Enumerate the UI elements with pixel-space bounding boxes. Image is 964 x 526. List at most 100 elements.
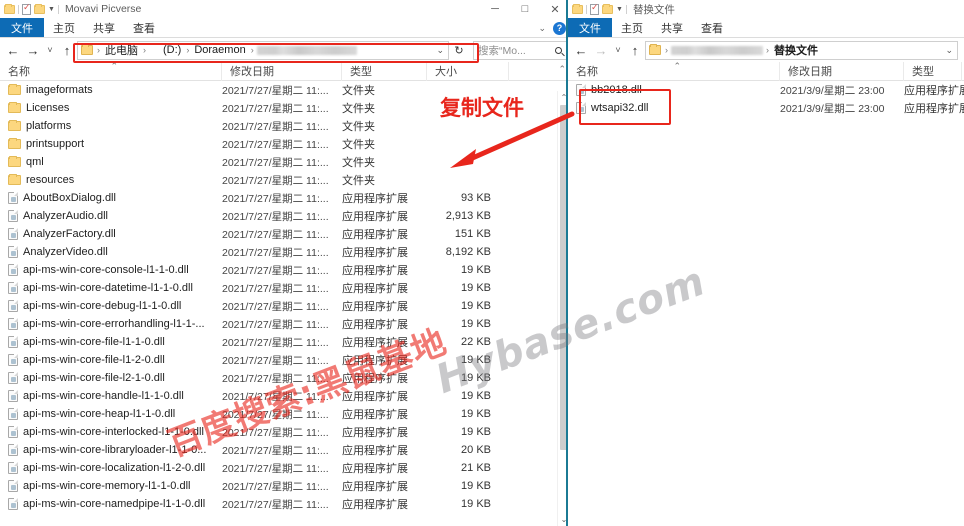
file-name-cell[interactable]: api-ms-win-core-handle-l1-1-0.dll (0, 390, 222, 402)
file-name-cell[interactable]: bb2018.dll (568, 84, 780, 96)
file-name-cell[interactable]: resources (0, 174, 222, 186)
breadcrumb-item-3-redacted[interactable] (256, 45, 357, 55)
table-row[interactable]: bb2018.dll 2021/3/9/星期二 23:00 应用程序扩展 (568, 81, 964, 99)
file-name-cell[interactable]: printsupport (0, 138, 222, 150)
breadcrumb-item-0-redacted[interactable] (671, 45, 763, 55)
refresh-button[interactable]: ↻ (449, 39, 469, 61)
table-row[interactable]: api-ms-win-core-errorhandling-l1-1-... 20… (0, 315, 570, 333)
file-name-cell[interactable]: AboutBoxDialog.dll (0, 192, 222, 204)
file-name-cell[interactable]: AnalyzerFactory.dll (0, 228, 222, 240)
column-options-icon[interactable]: ⌃ (558, 64, 566, 75)
chevron-down-icon[interactable]: ⌄ (945, 45, 953, 56)
chevron-down-icon[interactable]: ▼ (48, 6, 55, 13)
properties-checkbox-icon[interactable] (22, 2, 31, 15)
table-row[interactable]: AnalyzerVideo.dll 2021/7/27/星期二 11:... 应用程… (0, 243, 570, 261)
table-row[interactable]: wtsapi32.dll 2021/3/9/星期二 23:00 应用程序扩展 (568, 99, 964, 117)
table-row[interactable]: api-ms-win-core-handle-l1-1-0.dll 2021/7/… (0, 387, 570, 405)
minimize-button[interactable]: ─ (480, 0, 510, 18)
new-folder-icon[interactable] (34, 3, 45, 14)
file-name-cell[interactable]: api-ms-win-core-libraryloader-l1-1-0... (0, 444, 222, 456)
help-icon[interactable]: ? (553, 21, 566, 35)
table-row[interactable]: api-ms-win-core-file-l1-2-0.dll 2021/7/27… (0, 351, 570, 369)
tab-home[interactable]: 主页 (612, 18, 652, 37)
column-header-3[interactable]: 大小 (427, 61, 509, 81)
tab-share[interactable]: 共享 (84, 18, 124, 37)
up-button[interactable]: ↑ (57, 39, 77, 61)
tab-view[interactable]: 查看 (124, 18, 164, 37)
table-row[interactable]: api-ms-win-core-memory-l1-1-0.dll 2021/7/… (0, 477, 570, 495)
table-row[interactable]: AnalyzerFactory.dll 2021/7/27/星期二 11:... 应… (0, 225, 570, 243)
properties-checkbox-icon[interactable] (590, 2, 599, 15)
file-name-cell[interactable]: imageformats (0, 84, 222, 96)
column-header-0[interactable]: 名称 ⌃ (0, 61, 222, 81)
breadcrumb-item-1[interactable]: 替换文件 (772, 42, 820, 58)
folder-icon[interactable] (572, 3, 583, 14)
table-row[interactable]: api-ms-win-core-file-l1-1-0.dll 2021/7/27… (0, 333, 570, 351)
chevron-down-icon[interactable]: ▼ (616, 6, 623, 13)
file-name-cell[interactable]: AnalyzerAudio.dll (0, 210, 222, 222)
tab-file[interactable]: 文件 (568, 18, 612, 37)
new-folder-icon[interactable] (602, 3, 613, 14)
table-row[interactable]: resources 2021/7/27/星期二 11:... 文件夹 (0, 171, 570, 189)
breadcrumb-item-2[interactable]: Doraemon (192, 44, 247, 56)
file-name-cell[interactable]: Licenses (0, 102, 222, 114)
file-name-cell[interactable]: AnalyzerVideo.dll (0, 246, 222, 258)
column-header-1[interactable]: 修改日期 (780, 61, 904, 81)
address-bar[interactable]: › › 替换文件 ⌄ (645, 40, 958, 60)
table-row[interactable]: api-ms-win-core-localization-l1-2-0.dll 2… (0, 459, 570, 477)
table-row[interactable]: api-ms-win-core-console-l1-1-0.dll 2021/7… (0, 261, 570, 279)
tab-view[interactable]: 查看 (692, 18, 732, 37)
table-row[interactable]: api-ms-win-core-processenvironmen...2021… (0, 513, 570, 515)
folder-icon[interactable] (4, 3, 15, 14)
breadcrumb-item-0[interactable]: 此电脑 (103, 42, 140, 58)
up-button[interactable]: ↑ (625, 39, 645, 61)
tab-file[interactable]: 文件 (0, 18, 44, 37)
table-row[interactable]: api-ms-win-core-heap-l1-1-0.dll 2021/7/27… (0, 405, 570, 423)
column-header-1[interactable]: 修改日期 (222, 61, 342, 81)
file-name-cell[interactable]: api-ms-win-core-heap-l1-1-0.dll (0, 408, 222, 420)
search-input[interactable]: 搜索“Mo... (473, 40, 567, 60)
column-header-2[interactable]: 类型 (904, 61, 962, 81)
back-button[interactable]: ← (3, 39, 23, 61)
address-bar[interactable]: › 此电脑 › (D:) › Doraemon › ⌄ (77, 40, 449, 60)
left-file-list[interactable]: imageformats 2021/7/27/星期二 11:... 文件夹 Licen… (0, 81, 570, 515)
forward-button[interactable]: → (591, 39, 611, 61)
file-name-cell[interactable]: api-ms-win-core-file-l1-1-0.dll (0, 336, 222, 348)
column-header-0[interactable]: 名称 ⌃ (568, 61, 780, 81)
file-name-cell[interactable]: api-ms-win-core-errorhandling-l1-1-... (0, 318, 222, 330)
table-row[interactable]: api-ms-win-core-file-l2-1-0.dll 2021/7/27… (0, 369, 570, 387)
column-header-2[interactable]: 类型 (342, 61, 427, 81)
file-name-cell[interactable]: api-ms-win-core-interlocked-l1-1-0.dll (0, 426, 222, 438)
table-row[interactable]: qml 2021/7/27/星期二 11:... 文件夹 (0, 153, 570, 171)
maximize-button[interactable]: □ (510, 0, 540, 18)
chevron-down-icon[interactable]: ⌄ (436, 45, 444, 56)
table-row[interactable]: api-ms-win-core-debug-l1-1-0.dll 2021/7/2… (0, 297, 570, 315)
back-button[interactable]: ← (571, 39, 591, 61)
file-name-cell[interactable]: api-ms-win-core-file-l2-1-0.dll (0, 372, 222, 384)
tab-share[interactable]: 共享 (652, 18, 692, 37)
file-name-cell[interactable]: platforms (0, 120, 222, 132)
file-name-cell[interactable]: qml (0, 156, 222, 168)
table-row[interactable]: AnalyzerAudio.dll 2021/7/27/星期二 11:... 应用程… (0, 207, 570, 225)
tab-home[interactable]: 主页 (44, 18, 84, 37)
recent-locations-button[interactable]: ˅ (611, 39, 625, 61)
table-row[interactable]: printsupport 2021/7/27/星期二 11:... 文件夹 (0, 135, 570, 153)
table-row[interactable]: AboutBoxDialog.dll 2021/7/27/星期二 11:... 应用… (0, 189, 570, 207)
recent-locations-button[interactable]: ˅ (43, 39, 57, 61)
chevron-down-icon[interactable]: ⌄ (538, 23, 546, 34)
table-row[interactable]: api-ms-win-core-datetime-l1-1-0.dll 2021/… (0, 279, 570, 297)
file-name-cell[interactable]: api-ms-win-core-file-l1-2-0.dll (0, 354, 222, 366)
file-name-cell[interactable]: api-ms-win-core-namedpipe-l1-1-0.dll (0, 498, 222, 510)
breadcrumb-item-1[interactable]: (D:) (149, 44, 183, 56)
file-name-cell[interactable]: api-ms-win-core-console-l1-1-0.dll (0, 264, 222, 276)
file-name-cell[interactable]: api-ms-win-core-datetime-l1-1-0.dll (0, 282, 222, 294)
file-name-cell[interactable]: wtsapi32.dll (568, 102, 780, 114)
file-name-cell[interactable]: api-ms-win-core-debug-l1-1-0.dll (0, 300, 222, 312)
forward-button[interactable]: → (23, 39, 43, 61)
file-name-cell[interactable]: api-ms-win-core-localization-l1-2-0.dll (0, 462, 222, 474)
file-name-cell[interactable]: api-ms-win-core-memory-l1-1-0.dll (0, 480, 222, 492)
table-row[interactable]: api-ms-win-core-interlocked-l1-1-0.dll 20… (0, 423, 570, 441)
table-row[interactable]: api-ms-win-core-namedpipe-l1-1-0.dll 2021… (0, 495, 570, 513)
table-row[interactable]: api-ms-win-core-libraryloader-l1-1-0... 2… (0, 441, 570, 459)
right-file-list[interactable]: bb2018.dll 2021/3/9/星期二 23:00 应用程序扩展 wtsapi… (568, 81, 964, 515)
